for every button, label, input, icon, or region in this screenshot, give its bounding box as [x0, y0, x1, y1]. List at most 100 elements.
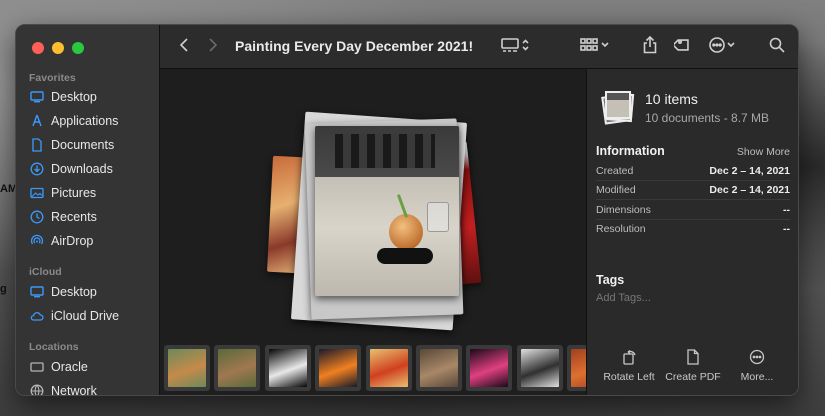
add-tags-field[interactable]: Add Tags... — [596, 292, 651, 304]
sidebar-item-label: Applications — [51, 114, 119, 128]
info-value: -- — [783, 223, 790, 235]
info-row-created: Created Dec 2 – 14, 2021 — [596, 161, 790, 181]
action-label: More... — [740, 371, 774, 383]
sidebar-item-airdrop[interactable]: AirDrop — [30, 231, 93, 251]
filmstrip-thumbnail[interactable] — [416, 345, 462, 391]
sidebar-item-icloud-desktop[interactable]: Desktop — [30, 282, 97, 302]
items-count-title: 10 items — [645, 91, 698, 107]
thumbnail-image — [470, 349, 509, 387]
glass-shape — [427, 202, 449, 232]
window-title: Painting Every Day December 2021! — [235, 38, 474, 54]
sidebar-item-label: Downloads — [51, 162, 113, 176]
sidebar-item-oracle[interactable]: Oracle — [30, 357, 88, 377]
sidebar-item-pictures[interactable]: Pictures — [30, 183, 96, 203]
items-summary: 10 documents - 8.7 MB — [645, 111, 770, 125]
back-icon — [178, 37, 190, 58]
more-icon — [749, 349, 765, 365]
sidebar-item-label: Documents — [51, 138, 115, 152]
tag-icon — [672, 36, 692, 59]
items-stack-icon — [601, 89, 635, 125]
tag-button[interactable] — [672, 36, 692, 59]
sidebar-item-downloads[interactable]: Downloads — [30, 159, 113, 179]
sidebar-item-documents[interactable]: Documents — [30, 135, 114, 155]
thumbnail-image — [218, 349, 257, 387]
sidebar-item-network[interactable]: Network — [30, 381, 97, 396]
inspector-panel: 10 items 10 documents - 8.7 MB Informati… — [586, 69, 798, 395]
utensils-shape — [335, 134, 435, 168]
information-heading: Information — [596, 144, 665, 158]
thumbnail-image — [520, 349, 559, 387]
show-more-link[interactable]: Show More — [737, 146, 790, 158]
airdrop-icon — [30, 234, 44, 248]
sidebar-item-desktop[interactable]: Desktop — [30, 87, 97, 107]
window-controls — [32, 42, 84, 54]
download-icon — [30, 162, 44, 176]
sidebar-item-label: Oracle — [51, 360, 88, 374]
filmstrip-thumbnail[interactable] — [466, 345, 513, 391]
onion-painting-photo — [315, 126, 459, 296]
more-icon — [708, 36, 740, 59]
tags-heading: Tags — [596, 273, 625, 287]
share-button[interactable] — [642, 35, 658, 59]
drive-icon — [30, 360, 44, 374]
onion-shape — [389, 214, 423, 250]
pictures-icon — [30, 186, 44, 200]
share-icon — [642, 35, 658, 59]
sidebar-item-label: Recents — [51, 210, 97, 224]
group-button[interactable] — [580, 37, 612, 57]
background-text: g — [0, 283, 7, 295]
info-value: -- — [783, 203, 790, 216]
applications-icon — [30, 114, 44, 128]
sidebar-item-recents[interactable]: Recents — [30, 207, 97, 227]
view-mode-button[interactable] — [501, 37, 531, 57]
finder-window: Favorites Desktop Applications Documents… — [15, 24, 799, 396]
sidebar-section-locations: Locations — [29, 341, 79, 353]
close-button[interactable] — [32, 42, 44, 54]
sidebar-item-label: Network — [51, 384, 97, 396]
filmstrip-thumbnail[interactable] — [164, 345, 210, 391]
search-icon — [769, 37, 785, 58]
rotate-left-button[interactable]: Rotate Left — [597, 349, 661, 383]
back-button[interactable] — [178, 37, 190, 57]
minimize-button[interactable] — [52, 42, 64, 54]
desktop-icon — [30, 285, 44, 299]
thumbnail-image — [168, 349, 206, 387]
sidebar-section-icloud: iCloud — [29, 266, 62, 278]
sidebar-section-favorites: Favorites — [29, 72, 76, 84]
thumbnail-image — [319, 349, 358, 387]
sidebar-item-label: AirDrop — [51, 234, 94, 248]
preview-pane[interactable] — [160, 69, 586, 339]
action-label: Rotate Left — [603, 371, 655, 383]
filmstrip-thumbnail[interactable] — [567, 345, 586, 391]
sidebar-item-label: Desktop — [51, 285, 97, 299]
actions-menu-button[interactable] — [708, 36, 740, 59]
info-row-modified: Modified Dec 2 – 14, 2021 — [596, 180, 790, 200]
zoom-button[interactable] — [72, 42, 84, 54]
forward-button[interactable] — [207, 37, 219, 57]
info-key: Dimensions — [596, 203, 651, 216]
info-value: Dec 2 – 14, 2021 — [709, 183, 790, 196]
forward-icon — [207, 37, 219, 58]
filmstrip-thumbnail[interactable] — [315, 345, 362, 391]
sidebar-item-applications[interactable]: Applications — [30, 111, 118, 131]
info-row-dimensions: Dimensions -- — [596, 200, 790, 220]
filmstrip-thumbnail[interactable] — [365, 345, 412, 391]
sidebar-item-icloud-drive[interactable]: iCloud Drive — [30, 306, 119, 326]
gallery-view-icon — [501, 37, 531, 58]
cloud-icon — [30, 309, 44, 323]
filmstrip-thumbnail[interactable] — [264, 345, 311, 391]
search-button[interactable] — [769, 37, 785, 57]
info-key: Created — [596, 164, 634, 177]
sidebar: Favorites Desktop Applications Documents… — [16, 25, 160, 395]
action-label: Create PDF — [665, 371, 721, 383]
photo-stack — [160, 69, 586, 339]
sidebar-item-label: Pictures — [51, 186, 97, 200]
sidebar-item-label: iCloud Drive — [51, 309, 120, 323]
create-pdf-button[interactable]: Create PDF — [661, 349, 725, 383]
more-actions-button[interactable]: More... — [725, 349, 789, 383]
filmstrip-thumbnail[interactable] — [516, 345, 563, 391]
info-key: Resolution — [596, 223, 646, 235]
thumbnail-image — [420, 349, 458, 387]
filmstrip-thumbnail[interactable] — [214, 345, 261, 391]
filmstrip — [160, 339, 586, 395]
